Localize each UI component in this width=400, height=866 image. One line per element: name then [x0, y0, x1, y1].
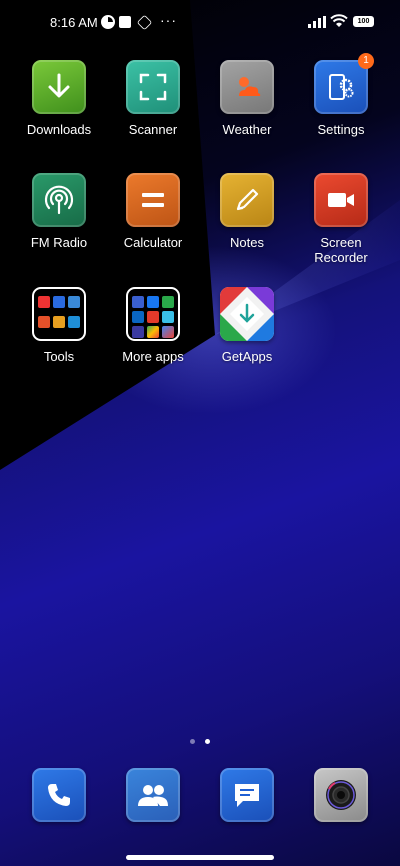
wifi-icon [330, 14, 348, 27]
dock-contacts[interactable] [126, 768, 180, 822]
dock-messages[interactable] [220, 768, 274, 822]
app-label: GetApps [221, 349, 273, 364]
mini-app-icon [147, 311, 159, 323]
mini-app-icon [132, 326, 144, 338]
home-indicator-bar[interactable] [126, 855, 274, 860]
camera-lens-icon [326, 780, 356, 810]
hex-icon [136, 14, 153, 31]
pencil-icon [220, 173, 274, 227]
app-fm-radio[interactable]: FM Radio [12, 173, 106, 250]
phone-gear-icon: 1 [314, 53, 374, 114]
app-screen-recorder[interactable]: Screen Recorder [294, 173, 388, 265]
app-label: Settings [317, 122, 365, 137]
app-label: FM Radio [30, 235, 88, 250]
mini-app-icon [147, 326, 159, 338]
mini-app-icon [162, 326, 174, 338]
data-saver-icon [101, 15, 115, 29]
message-bubble-icon [235, 784, 259, 807]
mini-app-icon [132, 311, 144, 323]
app-label: Notes [230, 235, 264, 250]
dock-camera[interactable] [314, 768, 368, 822]
mini-app-icon [162, 296, 174, 308]
app-label-line: Recorder [314, 250, 368, 265]
folder-more-apps[interactable]: More apps [106, 287, 200, 364]
battery-icon: 100 [353, 16, 374, 27]
folder-icon [32, 287, 86, 341]
mini-app-icon [147, 296, 159, 308]
mini-app-icon [162, 311, 174, 323]
radio-antenna-icon [32, 173, 86, 227]
folder-tools[interactable]: Tools [12, 287, 106, 364]
more-dots-icon: ··· [160, 12, 177, 28]
phone-handset-icon [48, 784, 70, 806]
mini-app-icon [68, 315, 80, 328]
video-camera-icon [314, 173, 368, 227]
app-notes[interactable]: Notes [200, 173, 294, 250]
page-dot-active [205, 739, 211, 744]
app-label-line: Screen [320, 235, 362, 250]
app-label: Downloads [26, 122, 92, 137]
app-scanner[interactable]: Scanner [106, 60, 200, 137]
equals-icon [126, 173, 180, 227]
app-label: More apps [122, 349, 184, 364]
notification-badge: 1 [358, 53, 374, 69]
mini-app-icon [38, 296, 50, 308]
square-icon [119, 16, 131, 28]
status-bar: 8:16 AM ··· 100 [0, 0, 400, 44]
page-indicator[interactable] [0, 731, 400, 749]
app-downloads[interactable]: Downloads [12, 60, 106, 137]
app-label: Scanner [128, 122, 178, 137]
mini-app-icon [53, 315, 65, 328]
app-label: Weather [222, 122, 272, 137]
app-weather[interactable]: Weather [200, 60, 294, 137]
mini-app-icon [132, 296, 144, 308]
folder-icon [126, 287, 180, 341]
app-label: Calculator [123, 235, 183, 250]
app-label: Tools [43, 349, 75, 364]
contacts-people-icon [138, 785, 168, 806]
weather-cloud-sun-icon [220, 60, 274, 114]
app-settings[interactable]: 1 Settings [294, 53, 388, 137]
download-arrow-icon [32, 60, 86, 114]
status-time: 8:16 AM [50, 15, 98, 30]
scan-frame-icon [126, 60, 180, 114]
mini-app-icon [38, 315, 50, 328]
mini-app-icon [53, 296, 65, 308]
dock-phone[interactable] [32, 768, 86, 822]
getapps-diamond-icon [220, 287, 274, 341]
app-getapps[interactable]: GetApps [200, 287, 294, 364]
app-calculator[interactable]: Calculator [106, 173, 200, 250]
page-dot [189, 739, 195, 744]
signal-icon [308, 16, 326, 28]
app-label: Screen Recorder [294, 235, 388, 265]
mini-app-icon [68, 296, 80, 308]
